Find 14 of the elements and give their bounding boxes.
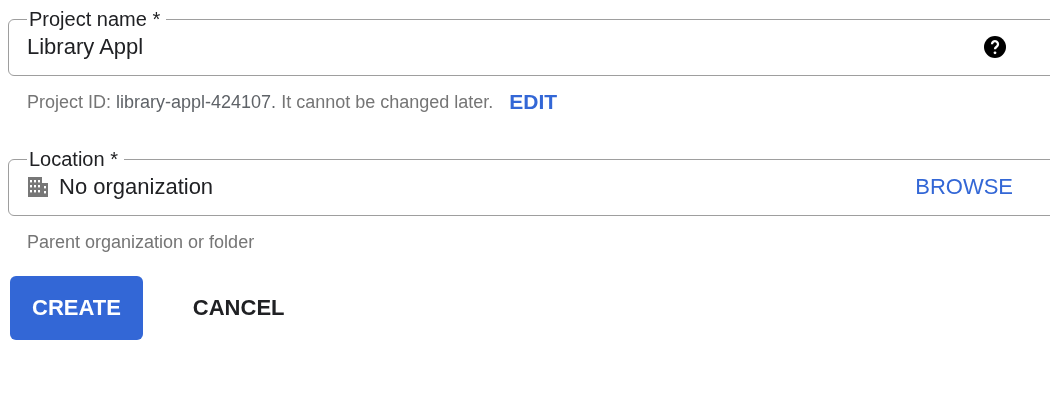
create-button[interactable]: CREATE [10, 276, 143, 340]
field-label: Location * [28, 148, 119, 170]
field-value: No organization [59, 173, 215, 200]
helper-text: Parent organization or folder [27, 231, 255, 253]
browse-button[interactable]: BROWSE [909, 169, 1019, 204]
field-label: Project name * [28, 8, 162, 30]
help-icon[interactable] [983, 34, 1007, 59]
helper-text: Project ID: library-appl-424107. It cannot be changed later. [27, 91, 494, 113]
text-field[interactable]: Project name * Library Appl [8, 8, 1050, 76]
building-icon [27, 175, 49, 198]
cancel-button[interactable]: CANCEL [170, 276, 307, 340]
location-field[interactable]: Location * No organization BROWSE [8, 148, 1050, 216]
field-value: Library Appl [27, 33, 145, 60]
edit-link[interactable]: EDIT [509, 90, 558, 114]
